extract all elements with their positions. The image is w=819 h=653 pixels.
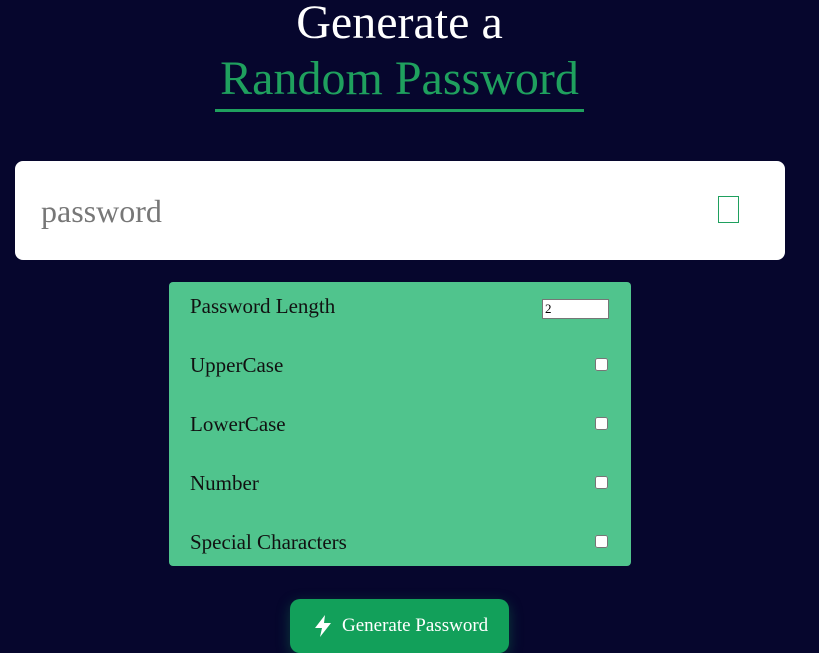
uppercase-checkbox[interactable] bbox=[595, 358, 608, 371]
special-characters-checkbox[interactable] bbox=[595, 535, 608, 548]
generate-password-label: Generate Password bbox=[342, 615, 489, 636]
generate-password-button[interactable]: Generate Password bbox=[290, 599, 509, 653]
password-display-box bbox=[15, 161, 785, 260]
page-title-line1: Generate a bbox=[296, 0, 503, 49]
special-characters-label: Special Characters bbox=[190, 530, 347, 554]
uppercase-label: UpperCase bbox=[190, 353, 284, 377]
options-panel: Password Length UpperCase LowerCase Numb… bbox=[169, 282, 631, 566]
title-underline bbox=[215, 109, 584, 112]
password-length-input[interactable] bbox=[542, 299, 609, 319]
lowercase-checkbox[interactable] bbox=[595, 417, 608, 430]
password-length-label: Password Length bbox=[190, 294, 336, 318]
lightning-bolt-icon bbox=[315, 615, 331, 637]
page-title-line2: Random Password bbox=[220, 52, 579, 105]
number-checkbox[interactable] bbox=[595, 476, 608, 489]
number-label: Number bbox=[190, 471, 259, 495]
copy-icon[interactable] bbox=[718, 196, 739, 223]
lowercase-label: LowerCase bbox=[190, 412, 286, 436]
password-output-field[interactable] bbox=[41, 189, 681, 233]
